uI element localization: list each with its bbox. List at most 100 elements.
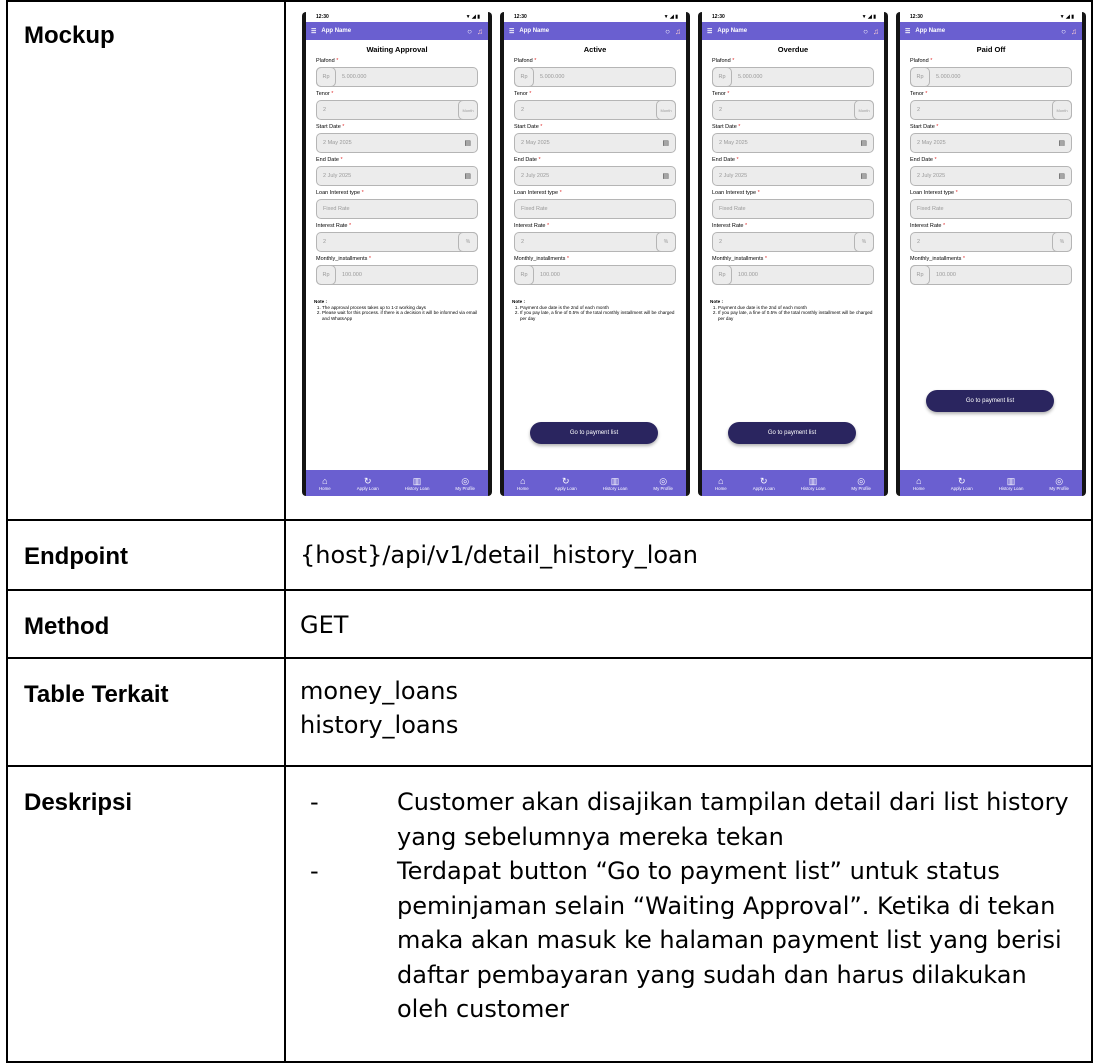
- interest-rate-field[interactable]: 2%: [316, 232, 478, 252]
- field-label: End Date *: [316, 157, 343, 163]
- field-label: Interest Rate *: [910, 223, 946, 229]
- signal-icon: ▼ ◢ ▮: [465, 14, 480, 20]
- field-label: Plafond *: [910, 58, 933, 64]
- interest-type-field[interactable]: Fixed Rate: [910, 199, 1072, 219]
- row-mockup: Mockup 12:30 ▼ ◢ ▮ ☰ App Name ○ ♫ Waiting Appr…: [8, 0, 1091, 519]
- deskripsi-text: Terdapat button “Go to payment list” unt…: [397, 857, 1062, 1023]
- label-mockup: Mockup: [24, 22, 115, 49]
- interest-rate-field[interactable]: 2%: [910, 232, 1072, 252]
- nav-apply-loan[interactable]: ↻ Apply Loan: [951, 476, 973, 491]
- nav-home[interactable]: ⌂ Home: [913, 476, 925, 491]
- end-date-field[interactable]: 2 July 2025 ▤: [316, 166, 478, 186]
- bell-icon[interactable]: ♫: [873, 27, 879, 36]
- nav-history-loan[interactable]: ▥ History Loan: [801, 476, 826, 491]
- field-label: Start Date *: [712, 124, 741, 130]
- phone-screen: 12:30 ▼ ◢ ▮ ☰ App Name ○ ♫ Overdue Plafond * Rp 5…: [702, 12, 884, 496]
- field-label: Plafond *: [514, 58, 537, 64]
- bell-icon[interactable]: ♫: [675, 27, 681, 36]
- mockup-screens: 12:30 ▼ ◢ ▮ ☰ App Name ○ ♫ Waiting Approval Pla…: [302, 12, 1090, 496]
- app-bar: ☰ App Name ○ ♫: [900, 22, 1082, 40]
- nav-apply-loan[interactable]: ↻ Apply Loan: [753, 476, 775, 491]
- field-label: Monthly_installments *: [910, 256, 966, 262]
- page-title: Waiting Approval: [366, 45, 428, 54]
- app-bar: ☰ App Name ○ ♫: [306, 22, 488, 40]
- search-icon[interactable]: ○: [665, 27, 670, 36]
- bell-icon[interactable]: ♫: [1071, 27, 1077, 36]
- start-date-field[interactable]: 2 May 2025 ▤: [910, 133, 1072, 153]
- plafond-field[interactable]: Rp 5.000.000: [712, 67, 874, 87]
- home-icon: ⌂: [718, 475, 724, 486]
- row-endpoint: Endpoint {host}/api/v1/detail_history_lo…: [8, 519, 1091, 589]
- tenor-field[interactable]: 2 Month: [514, 100, 676, 120]
- menu-icon[interactable]: ☰: [311, 28, 316, 35]
- plafond-field[interactable]: Rp 5.000.000: [910, 67, 1072, 87]
- interest-type-field[interactable]: Fixed Rate: [712, 199, 874, 219]
- interest-rate-field[interactable]: 2%: [514, 232, 676, 252]
- deskripsi-text: Customer akan disajikan tampilan detail …: [397, 788, 1069, 851]
- end-date-field[interactable]: 2 July 2025 ▤: [910, 166, 1072, 186]
- calendar-icon[interactable]: ▤: [860, 172, 867, 180]
- go-to-payment-list-button[interactable]: Go to payment list: [926, 390, 1054, 412]
- nav-my-profile[interactable]: ◎ My Profile: [1049, 476, 1069, 491]
- interest-type-field[interactable]: Fixed Rate: [514, 199, 676, 219]
- nav-history-loan[interactable]: ▥ History Loan: [999, 476, 1024, 491]
- calendar-icon[interactable]: ▤: [1058, 139, 1065, 147]
- calendar-icon[interactable]: ▤: [1058, 172, 1065, 180]
- interest-type-field[interactable]: Fixed Rate: [316, 199, 478, 219]
- interest-rate-field[interactable]: 2%: [712, 232, 874, 252]
- phone-mockup: 12:30 ▼ ◢ ▮ ☰ App Name ○ ♫ Paid Off Plafond * Rp…: [896, 12, 1086, 496]
- nav-home[interactable]: ⌂ Home: [517, 476, 529, 491]
- tenor-field[interactable]: 2 Month: [316, 100, 478, 120]
- history-icon: ▥: [1006, 475, 1016, 486]
- signal-icon: ▼ ◢ ▮: [861, 14, 876, 20]
- monthly-installment-field[interactable]: Rp 100.000: [910, 265, 1072, 285]
- calendar-icon[interactable]: ▤: [464, 172, 471, 180]
- plafond-field[interactable]: Rp 5.000.000: [316, 67, 478, 87]
- calendar-icon[interactable]: ▤: [860, 139, 867, 147]
- plafond-field[interactable]: Rp 5.000.000: [514, 67, 676, 87]
- bottom-nav: ⌂ Home ↻ Apply Loan ▥ History Loan ◎ My Profile: [900, 470, 1082, 496]
- monthly-installment-field[interactable]: Rp 100.000: [316, 265, 478, 285]
- end-date-field[interactable]: 2 July 2025 ▤: [712, 166, 874, 186]
- search-icon[interactable]: ○: [863, 27, 868, 36]
- app-name: App Name: [915, 28, 946, 34]
- calendar-icon[interactable]: ▤: [662, 139, 669, 147]
- table-name: money_loans: [300, 677, 459, 705]
- go-to-payment-list-button[interactable]: Go to payment list: [530, 422, 658, 444]
- go-to-payment-list-button[interactable]: Go to payment list: [728, 422, 856, 444]
- nav-history-loan[interactable]: ▥ History Loan: [603, 476, 628, 491]
- nav-apply-loan[interactable]: ↻ Apply Loan: [357, 476, 379, 491]
- tenor-field[interactable]: 2 Month: [712, 100, 874, 120]
- signal-icon: ▼ ◢ ▮: [1059, 14, 1074, 20]
- menu-icon[interactable]: ☰: [509, 28, 514, 35]
- start-date-field[interactable]: 2 May 2025 ▤: [514, 133, 676, 153]
- nav-my-profile[interactable]: ◎ My Profile: [653, 476, 673, 491]
- calendar-icon[interactable]: ▤: [662, 172, 669, 180]
- status-bar: 12:30 ▼ ◢ ▮: [514, 14, 678, 20]
- bullet-dash: -: [310, 788, 319, 816]
- monthly-installment-field[interactable]: Rp 100.000: [514, 265, 676, 285]
- note-item: Please wait for this process. if there i…: [322, 310, 480, 321]
- home-icon: ⌂: [520, 475, 526, 486]
- search-icon[interactable]: ○: [467, 27, 472, 36]
- start-date-field[interactable]: 2 May 2025 ▤: [316, 133, 478, 153]
- profile-icon: ◎: [659, 475, 668, 486]
- nav-my-profile[interactable]: ◎ My Profile: [851, 476, 871, 491]
- menu-icon[interactable]: ☰: [905, 28, 910, 35]
- status-bar: 12:30 ▼ ◢ ▮: [910, 14, 1074, 20]
- tenor-field[interactable]: 2 Month: [910, 100, 1072, 120]
- nav-home[interactable]: ⌂ Home: [715, 476, 727, 491]
- calendar-icon[interactable]: ▤: [464, 139, 471, 147]
- monthly-installment-field[interactable]: Rp 100.000: [712, 265, 874, 285]
- end-date-field[interactable]: 2 July 2025 ▤: [514, 166, 676, 186]
- table-list: money_loans history_loans: [300, 674, 458, 742]
- menu-icon[interactable]: ☰: [707, 28, 712, 35]
- nav-my-profile[interactable]: ◎ My Profile: [455, 476, 475, 491]
- nav-history-loan[interactable]: ▥ History Loan: [405, 476, 430, 491]
- nav-home[interactable]: ⌂ Home: [319, 476, 331, 491]
- search-icon[interactable]: ○: [1061, 27, 1066, 36]
- bell-icon[interactable]: ♫: [477, 27, 483, 36]
- nav-apply-loan[interactable]: ↻ Apply Loan: [555, 476, 577, 491]
- start-date-field[interactable]: 2 May 2025 ▤: [712, 133, 874, 153]
- field-label: Loan Interest type *: [514, 190, 562, 196]
